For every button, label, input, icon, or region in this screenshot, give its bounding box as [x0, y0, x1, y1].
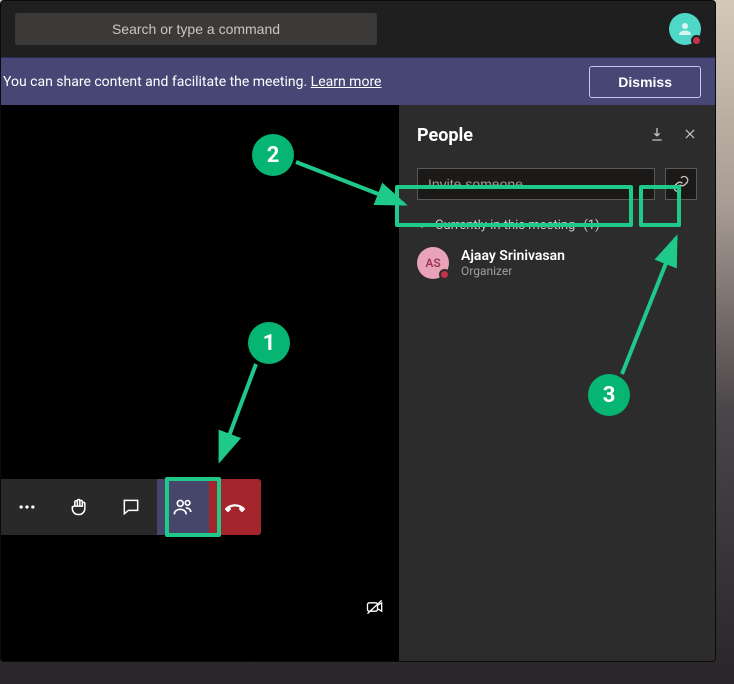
ellipsis-icon — [17, 497, 37, 517]
banner-message: You can share content and facilitate the… — [3, 74, 311, 90]
participant-info: Ajaay Srinivasan Organizer — [461, 248, 565, 278]
hang-up-button[interactable] — [209, 479, 261, 535]
show-participants-button[interactable] — [157, 479, 209, 535]
people-panel: People — [399, 105, 715, 661]
callout-badge-1: 1 — [248, 322, 290, 364]
avatar[interactable] — [669, 13, 701, 45]
teams-window: You can share content and facilitate the… — [0, 0, 716, 662]
avatar-initials: AS — [425, 256, 440, 270]
participant-row[interactable]: AS Ajaay Srinivasan Organizer — [417, 247, 697, 279]
participant-avatar: AS — [417, 247, 449, 279]
hand-icon — [69, 497, 89, 517]
download-icon — [649, 126, 665, 142]
title-bar — [1, 1, 715, 57]
callout-badge-2: 2 — [252, 134, 294, 176]
section-label: Currently in this meeting — [435, 218, 575, 233]
chevron-down-icon — [417, 223, 427, 228]
invite-row — [417, 168, 697, 200]
close-panel-button[interactable] — [683, 126, 697, 145]
camera-off-icon — [365, 597, 385, 617]
presence-busy-icon — [439, 269, 450, 280]
raise-hand-button[interactable] — [53, 479, 105, 535]
copy-join-link-button[interactable] — [665, 168, 697, 200]
dismiss-button[interactable]: Dismiss — [589, 66, 701, 98]
section-currently-in-meeting[interactable]: Currently in this meeting (1) — [417, 218, 697, 233]
hangup-icon — [223, 495, 247, 519]
invite-someone-input[interactable] — [417, 168, 655, 200]
people-panel-header: People — [417, 125, 697, 146]
camera-off-indicator — [365, 597, 385, 621]
section-count: (1) — [583, 218, 599, 233]
people-panel-title: People — [417, 125, 473, 146]
callout-badge-3: 3 — [588, 374, 630, 416]
close-icon — [683, 127, 697, 141]
download-attendance-button[interactable] — [649, 126, 665, 146]
search-input[interactable] — [15, 13, 377, 45]
meeting-controls — [1, 479, 261, 535]
banner-text: You can share content and facilitate the… — [3, 74, 381, 90]
chat-button[interactable] — [105, 479, 157, 535]
learn-more-link[interactable]: Learn more — [311, 74, 382, 90]
info-banner: You can share content and facilitate the… — [1, 57, 715, 105]
people-icon — [172, 496, 194, 518]
more-actions-button[interactable] — [1, 479, 53, 535]
link-icon — [672, 175, 690, 193]
person-icon — [676, 20, 694, 38]
chat-icon — [121, 497, 141, 517]
participant-role: Organizer — [461, 264, 565, 278]
presence-busy-icon — [691, 35, 702, 46]
video-area — [1, 105, 399, 661]
participant-name: Ajaay Srinivasan — [461, 248, 565, 264]
